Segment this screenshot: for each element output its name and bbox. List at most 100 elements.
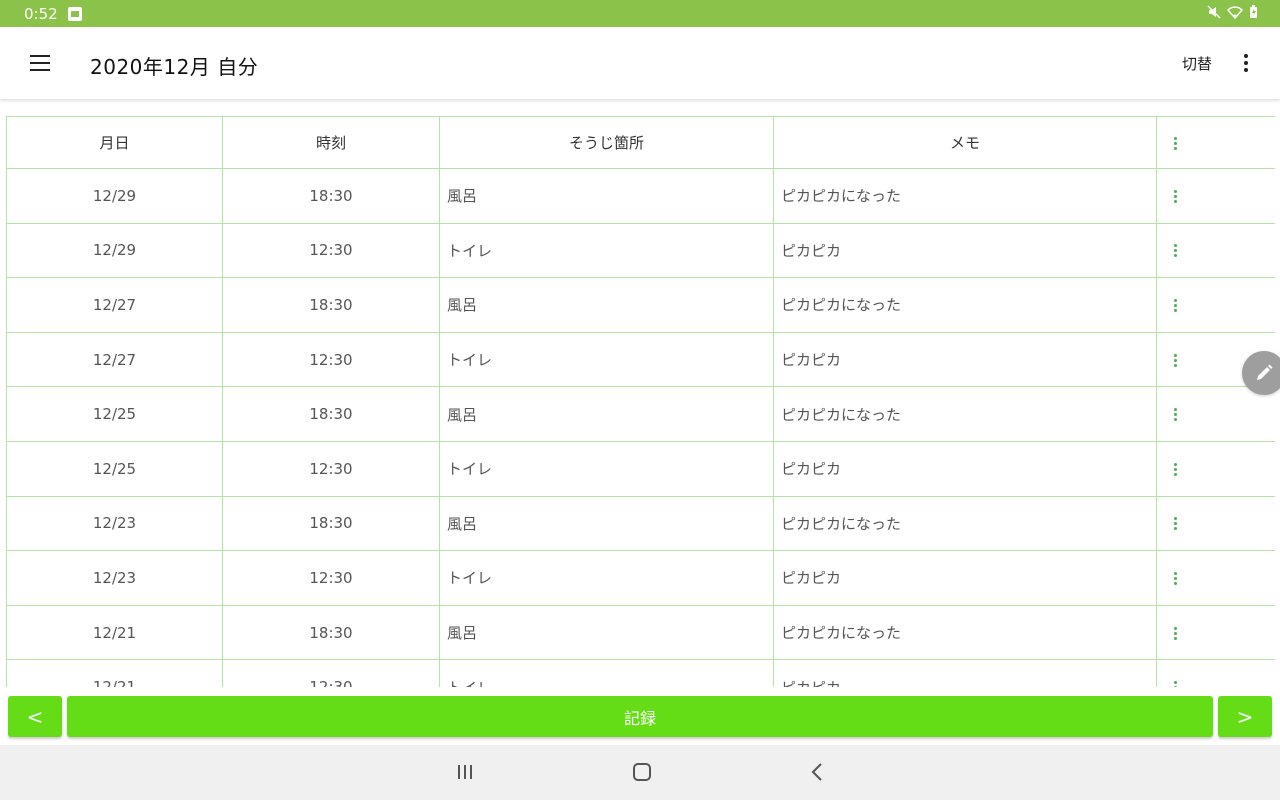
cell-place: 風呂 xyxy=(439,495,774,552)
cell-time: 18:30 xyxy=(222,168,440,224)
header-actions[interactable] xyxy=(1156,116,1275,169)
kebab-menu-icon[interactable] xyxy=(1169,626,1181,640)
header-memo: メモ xyxy=(773,116,1157,169)
cell-time: 18:30 xyxy=(222,495,440,552)
kebab-menu-icon[interactable] xyxy=(1169,517,1181,531)
status-bar: 0:52 xyxy=(0,0,1280,27)
table-row[interactable]: 12/25 12:30 トイレ ピカピカ xyxy=(6,440,1275,497)
records-table-container[interactable]: 月日 時刻 そうじ箇所 メモ 12/29 18:30 風呂 ピカピカになった 1… xyxy=(6,116,1275,687)
cell-date: 12/23 xyxy=(6,495,223,552)
table-row[interactable]: 12/23 18:30 風呂 ピカピカになった xyxy=(6,495,1275,552)
table-row[interactable]: 12/29 18:30 風呂 ピカピカになった xyxy=(6,168,1275,224)
cell-place: トイレ xyxy=(439,331,774,388)
pencil-icon xyxy=(1257,364,1273,380)
cell-actions[interactable] xyxy=(1156,277,1275,333)
table-row[interactable]: 12/27 18:30 風呂 ピカピカになった xyxy=(6,277,1275,333)
cell-time: 12:30 xyxy=(222,331,440,388)
cell-actions[interactable] xyxy=(1156,550,1275,606)
cell-place: 風呂 xyxy=(439,168,774,224)
table-row[interactable]: 12/27 12:30 トイレ ピカピカ xyxy=(6,331,1275,388)
kebab-menu-icon[interactable] xyxy=(1169,298,1181,312)
cell-date: 12/21 xyxy=(6,604,223,661)
kebab-menu-icon[interactable] xyxy=(1169,244,1181,258)
menu-icon[interactable] xyxy=(22,47,58,79)
record-button[interactable]: 記録 xyxy=(67,696,1213,737)
cell-memo: ピカピカになった xyxy=(773,386,1157,442)
cell-time: 18:30 xyxy=(222,386,440,442)
home-icon[interactable] xyxy=(627,759,657,785)
table-body: 12/29 18:30 風呂 ピカピカになった 12/29 12:30 トイレ … xyxy=(6,168,1275,687)
cell-date: 12/25 xyxy=(6,440,223,497)
cell-place: 風呂 xyxy=(439,386,774,442)
status-icons xyxy=(1207,5,1258,19)
cell-memo: ピカピカ xyxy=(773,331,1157,388)
kebab-menu-icon[interactable] xyxy=(1169,681,1181,687)
cell-memo: ピカピカになった xyxy=(773,495,1157,552)
prev-month-button[interactable]: < xyxy=(8,696,62,737)
table-header-row: 月日 時刻 そうじ箇所 メモ xyxy=(6,116,1275,169)
cell-place: 風呂 xyxy=(439,604,774,661)
cell-time: 12:30 xyxy=(222,550,440,606)
app-bar: 2020年12月 自分 切替 xyxy=(0,27,1280,99)
cell-date: 12/29 xyxy=(6,222,223,279)
cell-actions[interactable] xyxy=(1156,495,1275,552)
cell-date: 12/21 xyxy=(6,659,223,687)
cell-actions[interactable] xyxy=(1156,168,1275,224)
header-place: そうじ箇所 xyxy=(439,116,774,169)
cell-actions[interactable] xyxy=(1156,386,1275,442)
system-nav-bar xyxy=(0,745,1280,800)
table-row[interactable]: 12/25 18:30 風呂 ピカピカになった xyxy=(6,386,1275,442)
cell-place: トイレ xyxy=(439,440,774,497)
kebab-menu-icon[interactable] xyxy=(1169,408,1181,422)
cell-place: トイレ xyxy=(439,659,774,687)
cell-actions[interactable] xyxy=(1156,440,1275,497)
mute-icon xyxy=(1207,5,1221,19)
recent-apps-icon[interactable] xyxy=(450,759,480,785)
kebab-menu-icon[interactable] xyxy=(1169,353,1181,367)
cell-time: 12:30 xyxy=(222,659,440,687)
kebab-menu-icon[interactable] xyxy=(1169,136,1181,150)
cell-time: 18:30 xyxy=(222,277,440,333)
cell-time: 18:30 xyxy=(222,604,440,661)
cell-memo: ピカピカ xyxy=(773,222,1157,279)
wifi-icon xyxy=(1227,6,1243,19)
header-date: 月日 xyxy=(6,116,223,169)
cell-memo: ピカピカになった xyxy=(773,604,1157,661)
cell-memo: ピカピカになった xyxy=(773,168,1157,224)
back-icon[interactable] xyxy=(802,759,832,785)
table-row[interactable]: 12/21 12:30 トイレ ピカピカ xyxy=(6,659,1275,687)
notification-icon xyxy=(67,6,82,21)
table-row[interactable]: 12/23 12:30 トイレ ピカピカ xyxy=(6,550,1275,606)
page-title: 2020年12月 自分 xyxy=(90,55,259,79)
status-time: 0:52 xyxy=(24,4,58,23)
cell-date: 12/23 xyxy=(6,550,223,606)
cell-actions[interactable] xyxy=(1156,604,1275,661)
cell-place: トイレ xyxy=(439,550,774,606)
kebab-menu-icon[interactable] xyxy=(1169,189,1181,203)
cell-date: 12/25 xyxy=(6,386,223,442)
cell-actions[interactable] xyxy=(1156,659,1275,687)
cell-place: 風呂 xyxy=(439,277,774,333)
cell-memo: ピカピカになった xyxy=(773,277,1157,333)
next-month-button[interactable]: > xyxy=(1218,696,1272,737)
cell-time: 12:30 xyxy=(222,222,440,279)
kebab-menu-icon[interactable] xyxy=(1169,462,1181,476)
cell-date: 12/29 xyxy=(6,168,223,224)
cell-place: トイレ xyxy=(439,222,774,279)
cell-actions[interactable] xyxy=(1156,222,1275,279)
switch-button[interactable]: 切替 xyxy=(1182,53,1212,74)
battery-icon xyxy=(1250,5,1257,18)
cell-date: 12/27 xyxy=(6,331,223,388)
cell-memo: ピカピカ xyxy=(773,440,1157,497)
records-table: 月日 時刻 そうじ箇所 メモ 12/29 18:30 風呂 ピカピカになった 1… xyxy=(6,116,1275,687)
cell-time: 12:30 xyxy=(222,440,440,497)
cell-memo: ピカピカ xyxy=(773,550,1157,606)
table-row[interactable]: 12/29 12:30 トイレ ピカピカ xyxy=(6,222,1275,279)
cell-date: 12/27 xyxy=(6,277,223,333)
table-row[interactable]: 12/21 18:30 風呂 ピカピカになった xyxy=(6,604,1275,661)
cell-memo: ピカピカ xyxy=(773,659,1157,687)
overflow-menu-icon[interactable] xyxy=(1236,51,1256,75)
header-time: 時刻 xyxy=(222,116,440,169)
edit-fab[interactable] xyxy=(1242,351,1280,395)
kebab-menu-icon[interactable] xyxy=(1169,571,1181,585)
